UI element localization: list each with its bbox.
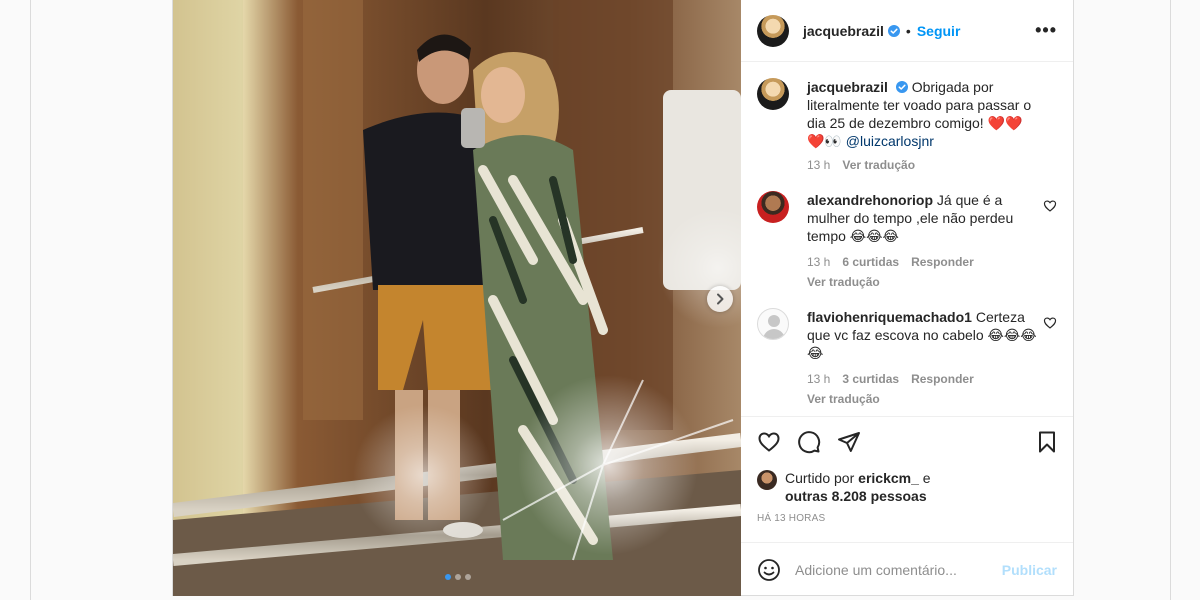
caption: jacquebrazil Obrigada por literalmente t…	[757, 78, 1057, 174]
comment-likes[interactable]: 3 curtidas	[842, 370, 899, 388]
translate-link[interactable]: Ver tradução	[807, 390, 1039, 408]
heart-icon[interactable]	[1043, 199, 1057, 213]
comment-item: alexandrehonoriop Já que é a mulher do t…	[757, 191, 1057, 291]
comment-item: flaviohenriquemachado1 Certeza que vc fa…	[757, 308, 1057, 408]
comments-list: jacquebrazil Obrigada por literalmente t…	[741, 62, 1073, 416]
likes-prefix: Curtido por	[785, 470, 855, 486]
reply-button[interactable]: Responder	[911, 253, 974, 271]
post-timestamp[interactable]: HÁ 13 HORAS	[757, 513, 1059, 524]
post-photo	[173, 0, 741, 596]
carousel-dot	[455, 574, 461, 580]
comment-input[interactable]	[795, 561, 985, 578]
follow-button[interactable]: Seguir	[917, 23, 961, 39]
commenter-avatar[interactable]	[757, 308, 789, 340]
likes-conj: e	[922, 470, 931, 486]
verified-icon	[887, 24, 900, 37]
carousel-indicator	[445, 574, 471, 580]
post-header: jacquebrazil • Seguir •••	[741, 0, 1073, 62]
reply-button[interactable]: Responder	[911, 370, 974, 388]
more-icon[interactable]: •••	[1035, 20, 1057, 41]
comment-time[interactable]: 13 h	[807, 253, 830, 271]
post-modal: jacquebrazil • Seguir ••• jacquebrazil O…	[172, 0, 1074, 596]
post-media	[173, 0, 741, 596]
author-avatar[interactable]	[757, 14, 789, 47]
author-avatar[interactable]	[757, 78, 789, 110]
carousel-dot	[445, 574, 451, 580]
commenter-avatar[interactable]	[757, 191, 789, 223]
liker-username[interactable]: erickcm_	[858, 470, 919, 486]
post-actions: Curtido por erickcm_ e outras 8.208 pess…	[741, 416, 1073, 542]
comment-icon[interactable]	[797, 430, 821, 454]
emoji-icon[interactable]	[757, 558, 781, 582]
comment-username[interactable]: flaviohenriquemachado1	[807, 309, 972, 325]
translate-link[interactable]: Ver tradução	[807, 273, 1039, 291]
comment-username[interactable]: alexandrehonoriop	[807, 192, 933, 208]
verified-icon	[895, 81, 908, 93]
page-divider-right	[1170, 0, 1171, 600]
caption-mention[interactable]: @luizcarlosjnr	[846, 133, 934, 149]
separator: •	[905, 22, 911, 39]
translate-link[interactable]: Ver tradução	[842, 156, 915, 174]
comment-time[interactable]: 13 h	[807, 370, 830, 388]
caption-username[interactable]: jacquebrazil	[807, 79, 888, 95]
heart-icon[interactable]	[757, 430, 781, 454]
caption-time[interactable]: 13 h	[807, 156, 830, 174]
likes-summary: Curtido por erickcm_ e outras 8.208 pess…	[757, 469, 1059, 505]
liker-avatar[interactable]	[757, 470, 777, 490]
author-username[interactable]: jacquebrazil	[803, 23, 884, 39]
carousel-next-button[interactable]	[707, 286, 733, 312]
chevron-right-icon	[717, 293, 724, 305]
publish-button[interactable]: Publicar	[1002, 562, 1057, 578]
page-divider-left	[30, 0, 31, 600]
comment-composer: Publicar	[741, 542, 1073, 596]
bookmark-icon[interactable]	[1035, 430, 1059, 454]
post-sidebar: jacquebrazil • Seguir ••• jacquebrazil O…	[741, 0, 1073, 596]
carousel-dot	[465, 574, 471, 580]
heart-icon[interactable]	[1043, 316, 1057, 330]
share-icon[interactable]	[837, 430, 861, 454]
likes-others[interactable]: outras 8.208 pessoas	[785, 488, 927, 504]
comment-likes[interactable]: 6 curtidas	[842, 253, 899, 271]
